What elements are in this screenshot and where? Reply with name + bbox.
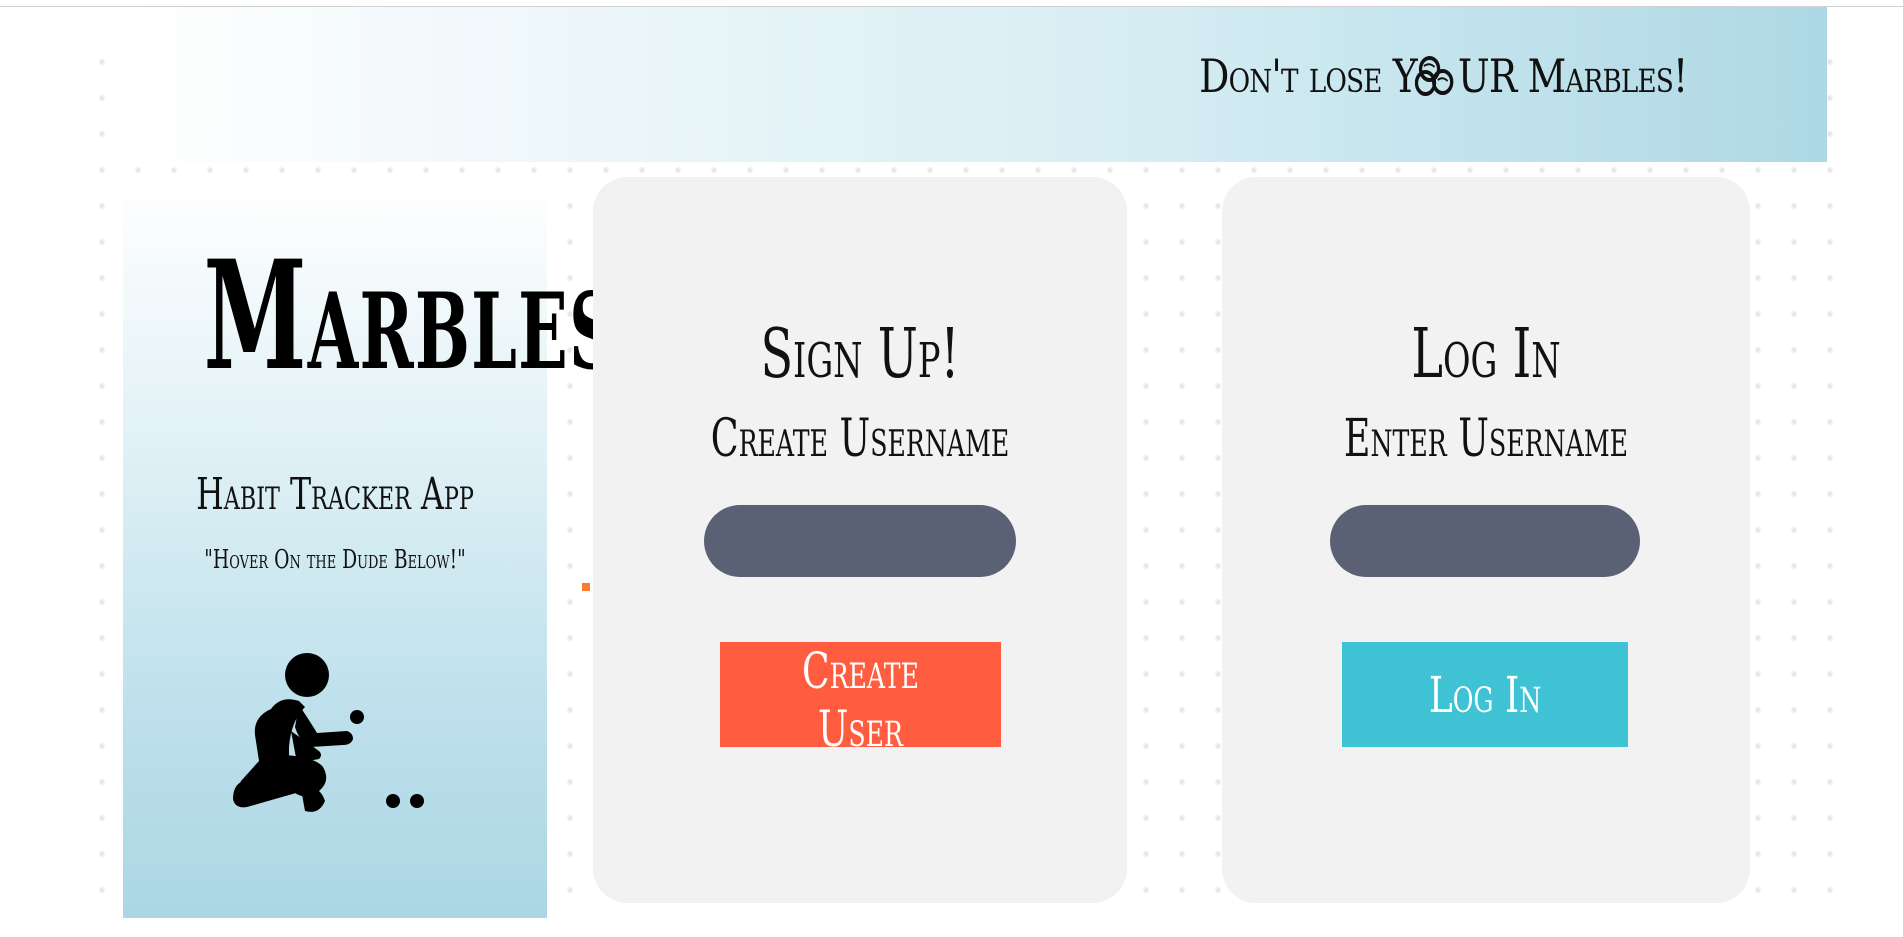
header-tagline: Don't lose Y UR Marbles! xyxy=(1198,49,1688,103)
app-subtitle: Habit Tracker App xyxy=(196,469,474,520)
top-divider xyxy=(0,0,1903,7)
hover-hint: "Hover On the Dude Below!" xyxy=(204,545,466,575)
header-banner: Don't lose Y UR Marbles! xyxy=(123,7,1827,162)
app-title: Marbles xyxy=(203,228,618,404)
login-button-label: Log In xyxy=(1428,665,1542,724)
create-user-button[interactable]: Create User xyxy=(720,642,1001,758)
signup-card: Sign Up! Create Username Create User xyxy=(593,177,1127,903)
orange-marker xyxy=(582,583,590,591)
signup-heading: Sign Up! xyxy=(760,315,960,394)
login-button[interactable]: Log In xyxy=(1342,642,1628,747)
create-user-button-label: Create User xyxy=(802,642,919,758)
marbles-icon xyxy=(1414,56,1454,96)
enter-username-label: Enter Username xyxy=(1343,409,1629,469)
brand-sidebar: Marbles Habit Tracker App "Hover On the … xyxy=(123,181,618,918)
create-username-input[interactable] xyxy=(704,505,1016,577)
create-username-label: Create Username xyxy=(710,409,1010,469)
crouching-person-with-marbles-icon[interactable] xyxy=(219,651,459,821)
tagline-text-end: UR Marbles! xyxy=(1457,49,1688,103)
enter-username-input[interactable] xyxy=(1330,505,1640,577)
login-heading: Log In xyxy=(1411,315,1561,394)
login-card: Log In Enter Username Log In xyxy=(1222,177,1750,903)
tagline-text-start: Don't lose Y xyxy=(1198,49,1418,103)
